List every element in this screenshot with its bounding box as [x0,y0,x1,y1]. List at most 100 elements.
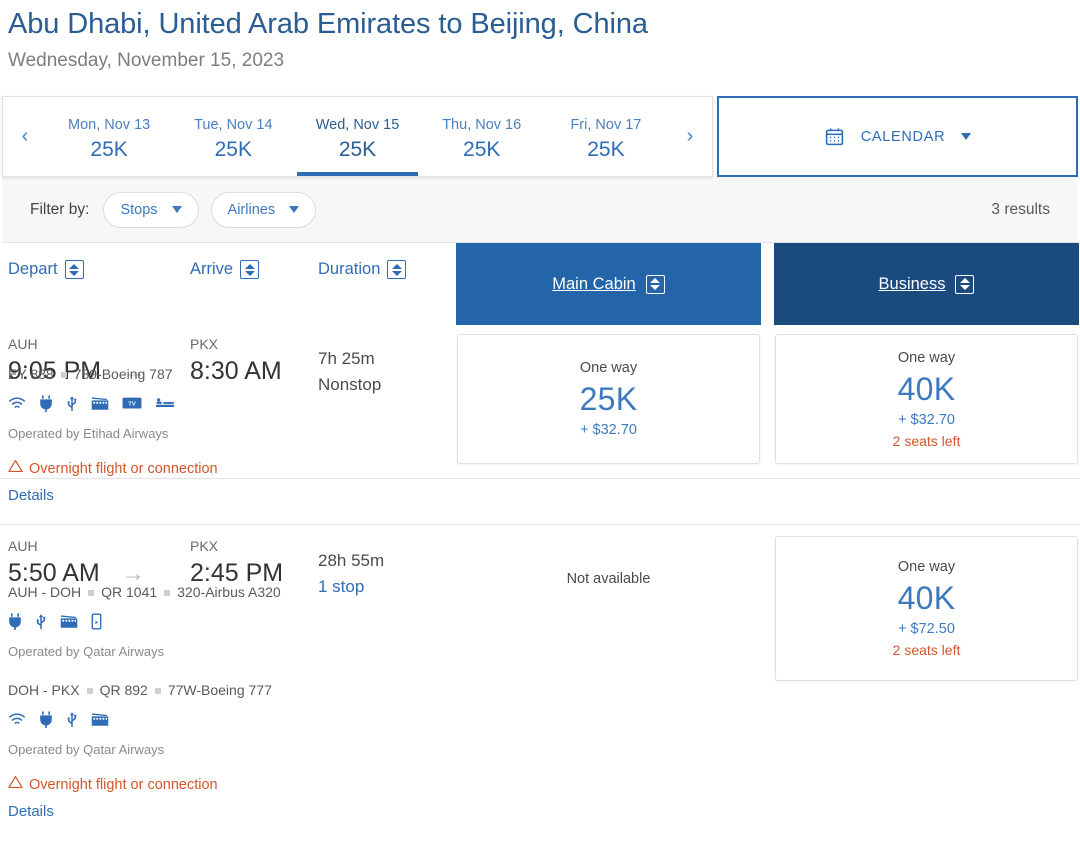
segment-operated-by: Operated by Etihad Airways [8,426,169,441]
segment-info-line: EY 888 789-Boeing 787 [8,364,1080,385]
column-duration: Duration [318,243,453,325]
column-header-row: Depart Arrive Duration Main Cabin Busine… [0,243,1080,325]
warning-triangle-icon [8,774,23,796]
svg-text:TV: TV [128,402,136,408]
filter-airlines-label: Airlines [227,201,276,218]
segment-equipment: 789-Boeing 787 [73,366,173,382]
segment-amenities [8,710,1080,728]
movie-icon [60,614,78,629]
business-label: Business [878,274,946,293]
wifi-icon [8,396,26,411]
date-tab-3[interactable]: Thu, Nov 16 25K [420,97,544,176]
arrive-airport-code: PKX [190,538,219,554]
sort-arrows-icon [955,274,975,294]
flight-arrive-cell: PKX 2:45 PM [190,527,318,590]
calendar-icon [824,126,845,147]
flight-details-link[interactable]: Details [8,484,1080,508]
page-header: Abu Dhabi, United Arab Emirates to Beiji… [0,0,1080,76]
segment-equipment: 77W-Boeing 777 [167,682,272,698]
sort-by-duration-button[interactable]: Duration [318,243,407,279]
flight-depart-cell: AUH 5:50 AM → [0,527,190,590]
flight-duration: 28h 55m [318,551,385,570]
separator-dot-icon [60,371,67,378]
depart-airport-code: AUH [8,538,38,554]
chevron-down-icon [171,206,182,213]
device-icon [91,612,102,630]
date-tab-price: 25K [587,137,625,161]
separator-dot-icon [154,687,161,694]
date-selector-bar: ‹ Mon, Nov 13 25K Tue, Nov 14 25K Wed, N… [2,96,1078,177]
overnight-warning-text: Overnight flight or connection [29,777,218,793]
sort-depart-label: Depart [8,260,58,278]
usb-icon [35,613,47,630]
segment-flight-number: EY 888 [8,366,54,382]
segment-route: DOH - PKX [8,682,80,698]
separator-dot-icon [86,687,93,694]
sort-duration-label: Duration [318,260,381,278]
chevron-down-icon [961,133,972,140]
flight-segment: DOH - PKX QR 892 77W-Boeing 777 Operated… [8,680,1080,760]
filter-by-label: Filter by: [30,200,90,218]
date-tab-0[interactable]: Mon, Nov 13 25K [47,97,171,176]
usb-icon [66,395,78,412]
next-dates-button[interactable]: › [668,97,712,176]
sort-by-arrive-button[interactable]: Arrive [190,243,260,279]
segment-info-line: AUH - DOH QR 1041 320-Airbus A320 [8,582,1080,603]
flight-details-link[interactable]: Details [8,800,1080,824]
flight-detail-block: AUH - DOH QR 1041 320-Airbus A320 Operat… [0,582,1080,824]
calendar-button[interactable]: CALENDAR [717,96,1078,177]
flight-segment: AUH - DOH QR 1041 320-Airbus A320 Operat… [8,582,1080,662]
segment-operated-by: Operated by Qatar Airways [8,742,165,757]
main-cabin-label: Main Cabin [552,274,636,293]
page-title: Abu Dhabi, United Arab Emirates to Beiji… [8,8,648,40]
power-icon [39,711,53,728]
warning-triangle-icon [8,458,23,480]
filter-bar: Filter by: Stops Airlines 3 results [2,177,1078,243]
tv-icon: TV [122,396,142,410]
date-tab-price: 25K [338,137,377,161]
power-icon [39,395,53,412]
overnight-warning-text: Overnight flight or connection [29,461,218,477]
sort-arrows-icon [645,274,665,294]
date-tab-1[interactable]: Tue, Nov 14 25K [171,97,295,176]
segment-operated-by: Operated by Qatar Airways [8,644,165,659]
calendar-button-label: CALENDAR [860,128,946,145]
column-main-cabin: Main Cabin [456,243,761,325]
date-tab-price: 25K [214,137,252,161]
fare-trip-type: One way [897,559,956,575]
date-tab-label: Tue, Nov 14 [194,116,273,133]
date-tab-label: Mon, Nov 13 [67,116,151,133]
date-tab-price: 25K [463,137,501,161]
overnight-warning: Overnight flight or connection [8,458,1080,480]
column-arrive: Arrive [190,243,318,325]
flight-detail-block: EY 888 789-Boeing 787 TV Operated by Eti… [0,364,1080,508]
segment-flight-number: QR 892 [99,682,148,698]
separator-dot-icon [88,589,95,596]
filter-airlines-dropdown[interactable]: Airlines [210,191,317,228]
date-tab-4[interactable]: Fri, Nov 17 25K [544,97,668,176]
date-tab-label: Thu, Nov 16 [442,116,522,133]
date-tab-label: Fri, Nov 17 [570,116,642,133]
filter-stops-dropdown[interactable]: Stops [103,191,199,228]
previous-dates-button[interactable]: ‹ [3,97,47,176]
segment-flight-number: QR 1041 [101,584,158,600]
chevron-down-icon [289,206,300,213]
results-count: 3 results [991,200,1050,218]
sort-by-business-button[interactable]: Business [774,243,1079,325]
date-tab-2-selected[interactable]: Wed, Nov 15 25K [295,97,419,176]
depart-airport-code: AUH [8,336,38,352]
filter-stops-label: Stops [120,201,158,218]
segment-info-line: DOH - PKX QR 892 77W-Boeing 777 [8,680,1080,701]
segment-route: AUH - DOH [8,584,82,600]
separator-dot-icon [164,589,171,596]
sort-by-depart-button[interactable]: Depart [8,243,84,279]
sort-arrows-icon [64,260,84,279]
date-tab-price: 25K [90,137,128,161]
date-list: Mon, Nov 13 25K Tue, Nov 14 25K Wed, Nov… [47,97,668,176]
segment-equipment: 320-Airbus A320 [177,584,281,600]
power-icon [8,613,22,630]
lieflat-seat-icon [155,397,175,410]
segment-amenities: TV [8,394,1080,412]
sort-by-main-cabin-button[interactable]: Main Cabin [456,243,761,325]
overnight-warning: Overnight flight or connection [8,774,1080,796]
